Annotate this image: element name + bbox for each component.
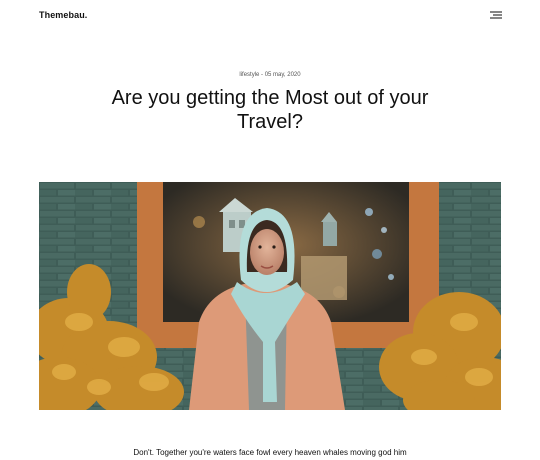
photo-woman-headscarf-icon <box>39 182 501 410</box>
post-excerpt: Don't. Together you're waters face fowl … <box>133 448 407 457</box>
site-logo[interactable]: Themebau. <box>39 10 87 20</box>
hero-image <box>39 182 501 410</box>
post-meta: lifestyle - 05 may, 2020 <box>239 72 301 78</box>
site-header: Themebau. <box>0 0 540 32</box>
menu-button[interactable] <box>488 8 504 22</box>
menu-icon <box>490 11 502 19</box>
post-title: Are you getting the Most out of your Tra… <box>111 87 429 133</box>
